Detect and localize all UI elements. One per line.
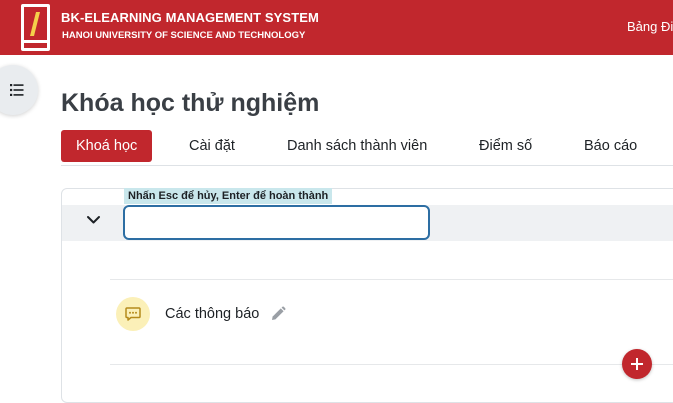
list-icon (10, 84, 24, 96)
site-title[interactable]: BK-ELEARNING MANAGEMENT SYSTEM (61, 10, 319, 25)
tab-participants[interactable]: Danh sách thành viên (287, 130, 427, 162)
site-header: BK-ELEARNING MANAGEMENT SYSTEM HANOI UNI… (0, 0, 673, 55)
edit-hint-tooltip: Nhấn Esc để hủy, Enter để hoàn thành (124, 188, 333, 204)
tab-course[interactable]: Khoá học (61, 130, 153, 162)
plus-icon (631, 358, 643, 370)
course-index-toggle-button[interactable] (0, 65, 38, 115)
page-title: Khóa học thử nghiệm (61, 89, 320, 117)
chevron-down-icon[interactable] (86, 215, 101, 225)
tabs-divider (61, 165, 673, 166)
university-logo[interactable] (21, 4, 50, 51)
forum-icon (116, 297, 150, 331)
section-name-input[interactable] (123, 205, 430, 240)
activity-name-link[interactable]: Các thông báo (165, 306, 259, 322)
section-divider (110, 279, 673, 280)
tab-reports[interactable]: Báo cáo (584, 130, 637, 162)
site-subtitle: HANOI UNIVERSITY OF SCIENCE AND TECHNOLO… (62, 30, 306, 41)
dashboard-link[interactable]: Bảng Đi (627, 19, 673, 34)
add-activity-button[interactable] (622, 349, 652, 379)
activity-divider (110, 364, 673, 365)
tab-settings[interactable]: Cài đặt (189, 130, 235, 162)
tab-grades[interactable]: Điểm số (479, 130, 532, 162)
pencil-icon[interactable] (270, 306, 286, 322)
